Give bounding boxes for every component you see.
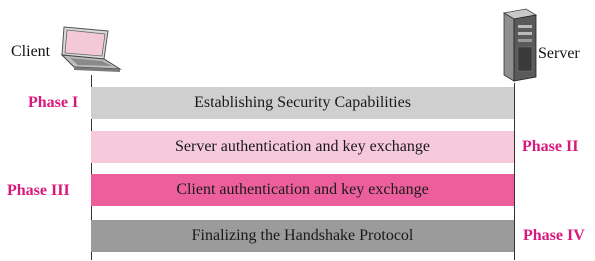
- server-label: Server: [538, 45, 580, 62]
- client-label: Client: [11, 43, 51, 60]
- phase-band-1-text: Establishing Security Capabilities: [194, 94, 411, 111]
- laptop-icon: [60, 26, 122, 72]
- phase-band-2-text: Server authentication and key exchange: [175, 138, 430, 155]
- phase-band-2: Server authentication and key exchange: [91, 131, 514, 163]
- phase-label-2: Phase II: [522, 138, 579, 155]
- server-lifeline: [514, 83, 515, 260]
- server-tower-icon: [502, 8, 538, 82]
- phase-band-1: Establishing Security Capabilities: [91, 87, 514, 119]
- phase-label-3: Phase III: [7, 182, 70, 199]
- phase-band-3-text: Client authentication and key exchange: [176, 181, 429, 198]
- phase-label-4: Phase IV: [523, 227, 585, 244]
- phase-band-4-text: Finalizing the Handshake Protocol: [191, 227, 414, 244]
- phase-band-3: Client authentication and key exchange: [91, 174, 514, 206]
- phase-label-1: Phase I: [28, 94, 79, 111]
- phase-band-4: Finalizing the Handshake Protocol: [91, 220, 514, 252]
